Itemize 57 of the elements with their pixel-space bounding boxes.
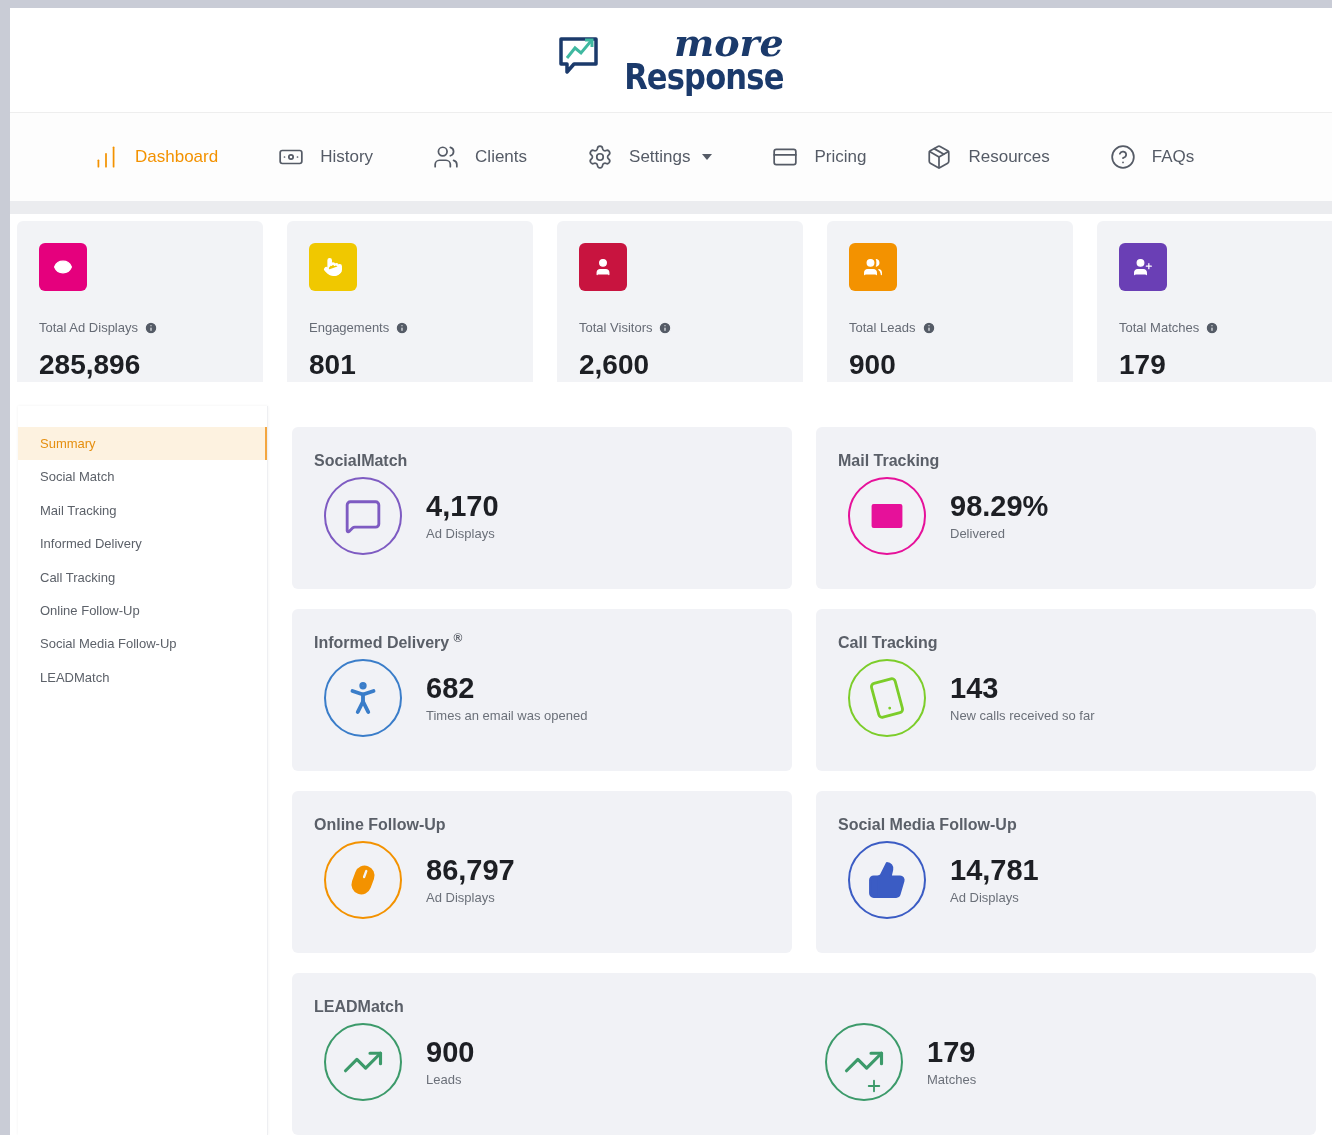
stat-value: 801	[309, 347, 357, 382]
settings-icon	[587, 144, 614, 170]
metric-value: 86,797	[426, 853, 515, 889]
card-title: LEADMatch	[314, 998, 404, 1015]
sidebar-item[interactable]: Social Media Follow-Up	[18, 627, 267, 661]
metric-caption: Ad Displays	[426, 889, 496, 908]
card-title: Call Tracking	[838, 634, 938, 651]
package-icon	[926, 144, 953, 170]
info-icon	[144, 320, 158, 335]
metric-caption: New calls received so far	[950, 707, 1095, 726]
metric-caption: Leads	[426, 1071, 463, 1090]
nav-link[interactable]: Settings	[587, 144, 713, 170]
nav-link[interactable]: FAQs	[1109, 144, 1195, 170]
metric-value: 4,170	[426, 489, 499, 525]
sidebar-item[interactable]: Online Follow-Up	[18, 593, 267, 628]
metric-value: 143	[950, 671, 1000, 707]
card-title: Social Media Follow-Up	[838, 816, 1017, 833]
metric-value: 98.29%	[950, 489, 1049, 525]
nav-link[interactable]: History	[278, 144, 374, 170]
metric-value: 179	[927, 1035, 977, 1071]
logo-word: Response	[624, 60, 784, 94]
card-title: Informed Delivery $^{®}$	[314, 634, 463, 651]
card-title: SocialMatch	[314, 452, 408, 469]
metric-value: 14,781	[950, 853, 1039, 889]
stat-label: Total Matches	[1119, 319, 1200, 337]
metric-caption: Ad Displays	[426, 525, 496, 544]
logo-word: more	[674, 26, 784, 60]
metric-value: 900	[426, 1035, 475, 1071]
nav-link[interactable]: Resources	[926, 144, 1050, 170]
metric-caption: Times an email was opened	[426, 707, 588, 726]
card-title: Mail Tracking	[838, 452, 940, 469]
stat-label: Total Leads	[849, 319, 916, 337]
info-icon	[921, 320, 936, 335]
metric-caption: Ad Displays	[950, 889, 1020, 908]
nav-link[interactable]: Pricing	[772, 144, 867, 170]
info-icon	[1205, 320, 1220, 335]
stat-value: 900	[849, 347, 897, 382]
sidebar-item[interactable]: Informed Delivery	[18, 527, 267, 561]
metric-caption: Delivered	[950, 525, 1006, 544]
info-icon	[658, 320, 673, 335]
users-icon	[433, 144, 460, 170]
stat-value: 179	[1119, 347, 1167, 382]
sidebar-item[interactable]: Social Match	[18, 460, 267, 494]
card-title: Online Follow-Up	[314, 816, 446, 833]
metric-value: 682	[426, 671, 476, 707]
info-icon	[395, 320, 410, 335]
nav-link[interactable]: Clients	[433, 144, 528, 170]
sidebar-item[interactable]: Call Tracking	[18, 560, 267, 594]
metric-caption: Matches	[927, 1071, 977, 1090]
stat-label: Engagements	[309, 319, 390, 337]
help-icon	[1109, 144, 1136, 170]
stat-label: Total Ad Displays	[39, 319, 138, 337]
sidebar-item[interactable]: LEADMatch	[18, 660, 267, 695]
stat-value: 285,896	[39, 347, 142, 382]
stat-label: Total Visitors	[579, 319, 653, 337]
stat-value: 2,600	[579, 347, 651, 382]
sidebar-item[interactable]: Mail Tracking	[18, 493, 267, 528]
